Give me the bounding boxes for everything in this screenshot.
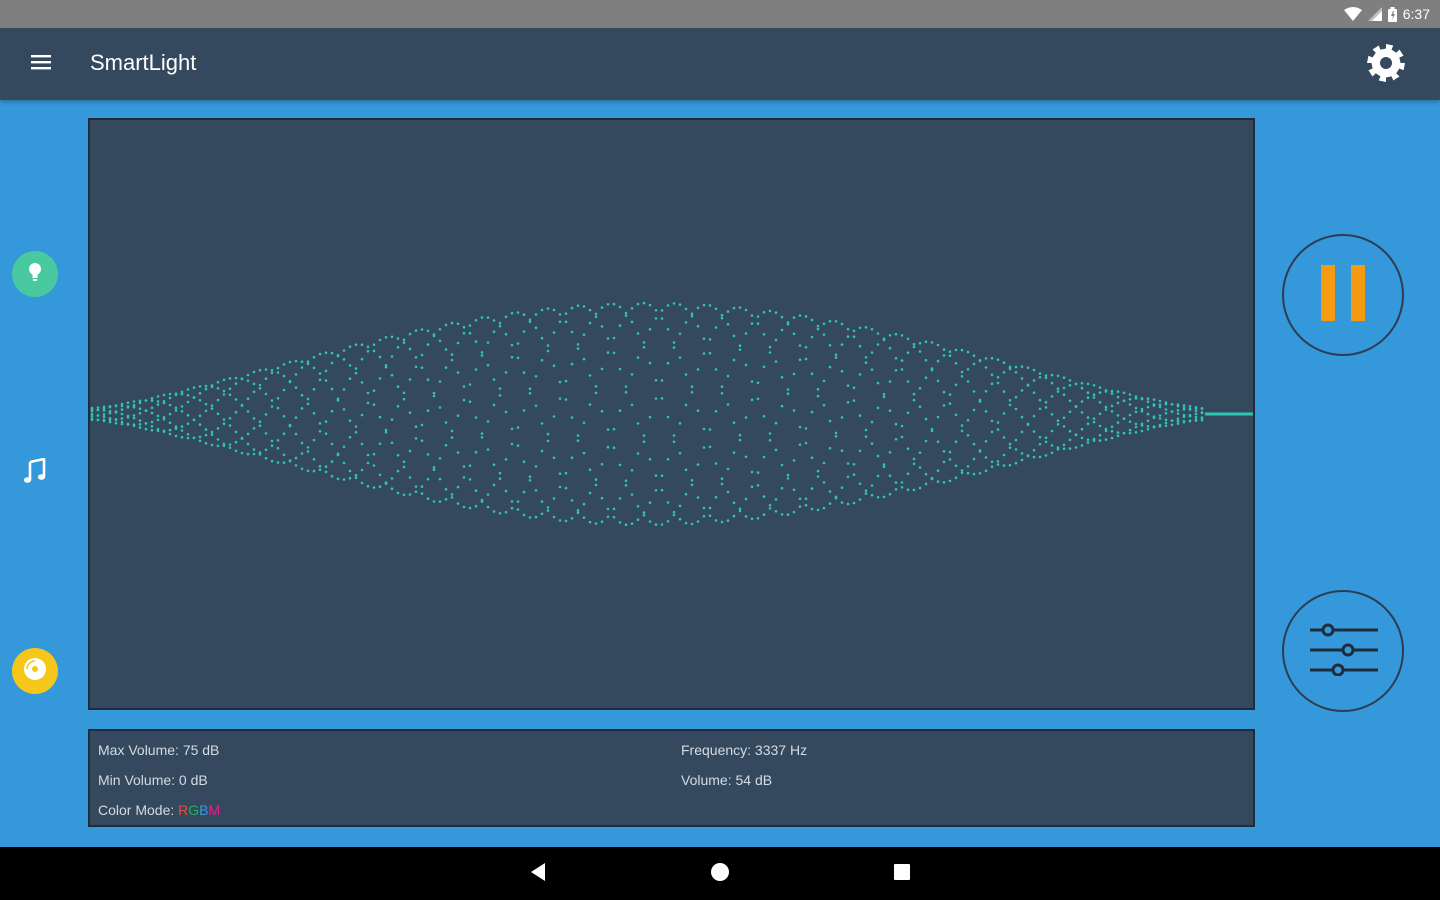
color-mode-label: Color Mode:: [98, 802, 179, 818]
wifi-icon: [1343, 7, 1362, 21]
signal-icon: [1367, 7, 1382, 21]
disc-icon: [22, 656, 48, 687]
side-nav-disc[interactable]: [12, 648, 58, 694]
pause-button[interactable]: [1282, 234, 1404, 356]
app-title: SmartLight: [90, 50, 197, 75]
back-button[interactable]: [523, 859, 553, 889]
color-mode-g: G: [188, 802, 200, 818]
back-icon: [529, 862, 547, 887]
recents-button[interactable]: [887, 859, 917, 889]
color-mode-b: B: [199, 802, 209, 818]
side-nav-light[interactable]: [12, 251, 58, 297]
home-button[interactable]: [705, 859, 735, 889]
lightbulb-icon: [24, 261, 46, 288]
side-nav-music[interactable]: [12, 450, 58, 496]
info-panel: Max Volume: 75 dB Min Volume: 0 dB Color…: [88, 729, 1255, 827]
status-time: 6:37: [1402, 6, 1430, 22]
status-icons: 6:37: [1343, 5, 1430, 23]
color-mode-r: R: [178, 802, 189, 818]
hamburger-menu-icon: [31, 54, 51, 75]
recents-icon: [893, 863, 911, 886]
pause-icon: [1319, 264, 1367, 326]
system-nav-bar: [0, 847, 1440, 900]
menu-button[interactable]: [20, 44, 62, 84]
min-volume-text: Min Volume: 0 dB: [98, 772, 208, 788]
settings-button[interactable]: [1362, 41, 1410, 89]
color-mode-m: M: [208, 802, 221, 818]
battery-icon: [1387, 6, 1397, 22]
equalizer-sliders-icon: [1308, 622, 1378, 681]
max-volume-text: Max Volume: 75 dB: [98, 742, 220, 758]
home-icon: [710, 862, 730, 887]
status-bar: 6:37: [0, 0, 1440, 28]
color-mode-text: Color Mode: RGBM: [98, 802, 220, 818]
audio-visualizer: [88, 118, 1255, 710]
equalizer-button[interactable]: [1282, 590, 1404, 712]
waveform: [90, 301, 1253, 526]
volume-text: Volume: 54 dB: [681, 772, 773, 788]
frequency-text: Frequency: 3337 Hz: [681, 742, 808, 758]
gear-icon: [1365, 42, 1407, 89]
app-bar: SmartLight: [0, 28, 1440, 100]
music-note-icon: [23, 456, 47, 489]
